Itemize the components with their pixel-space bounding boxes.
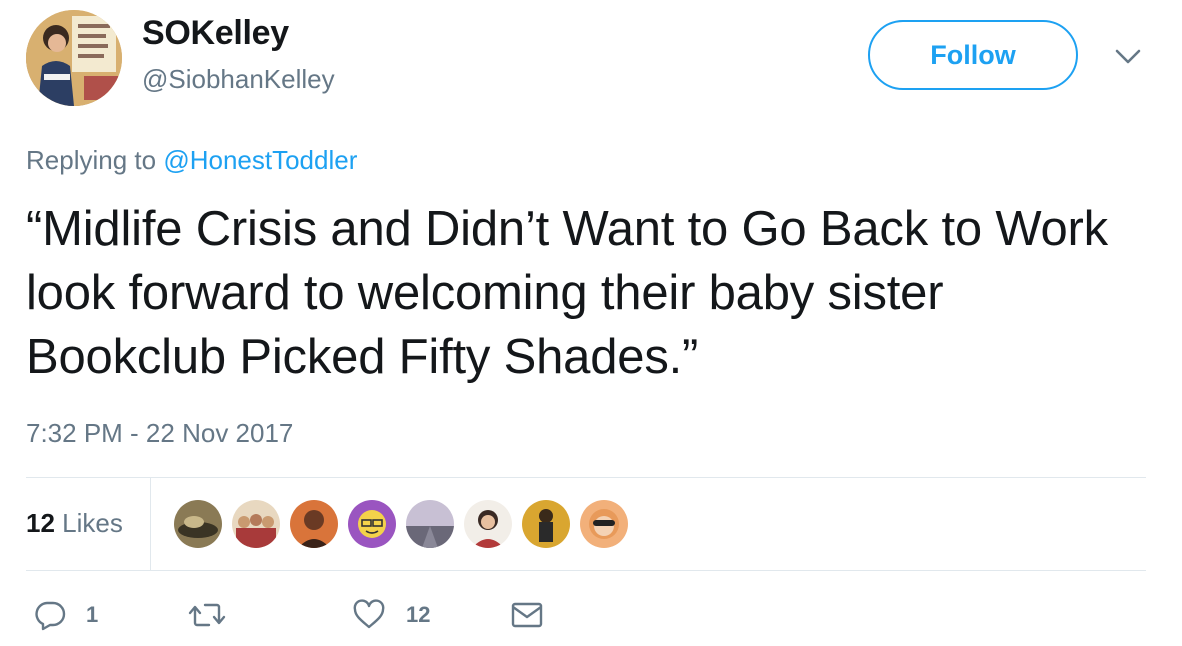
tweet-menu-button[interactable] (1112, 42, 1144, 70)
likes-stat[interactable]: 12 Likes (26, 508, 123, 539)
author-avatar[interactable] (26, 10, 122, 106)
direct-message-button[interactable] (510, 598, 544, 632)
tweet-text: “Midlife Crisis and Didn’t Want to Go Ba… (26, 202, 1108, 384)
reply-count: 1 (86, 602, 99, 627)
stats-separator (150, 478, 151, 570)
likes-label: Likes (54, 508, 123, 538)
replying-to-label: Replying to (26, 145, 164, 175)
liker-avatar-2-icon[interactable] (232, 500, 280, 548)
reply-icon (35, 601, 66, 631)
liker-avatar-6-icon[interactable] (464, 500, 512, 548)
liker-avatar-7-icon[interactable] (522, 500, 570, 548)
reply-mention-link[interactable]: @HonestToddler (163, 145, 357, 175)
retweet-icon (188, 603, 226, 627)
follow-button[interactable]: Follow (868, 20, 1078, 90)
author-handle[interactable]: @SiobhanKelley (142, 64, 335, 95)
liker-avatar-1-icon[interactable] (174, 500, 222, 548)
profile-photo-icon (26, 10, 122, 106)
stats-top-divider (26, 477, 1146, 478)
direct-message-icon (511, 602, 543, 628)
like-icon (353, 599, 385, 629)
reply-button[interactable]: 1 (34, 598, 98, 632)
likes-count: 12 (26, 508, 55, 538)
stats-bottom-divider (26, 570, 1146, 571)
liker-avatar-3-icon[interactable] (290, 500, 338, 548)
replying-to: Replying to @HonestToddler (26, 145, 357, 176)
like-button[interactable]: 12 (352, 598, 430, 632)
retweet-button[interactable] (188, 598, 248, 632)
liker-avatar-5-icon[interactable] (406, 500, 454, 548)
like-count: 12 (406, 602, 431, 627)
liker-avatars (174, 500, 638, 550)
tweet-timestamp[interactable]: 7:32 PM - 22 Nov 2017 (26, 418, 293, 449)
liker-avatar-8-icon[interactable] (580, 500, 628, 548)
chevron-down-icon (1115, 49, 1141, 64)
liker-avatar-4-icon[interactable] (348, 500, 396, 548)
author-display-name[interactable]: SOKelley (142, 14, 289, 53)
